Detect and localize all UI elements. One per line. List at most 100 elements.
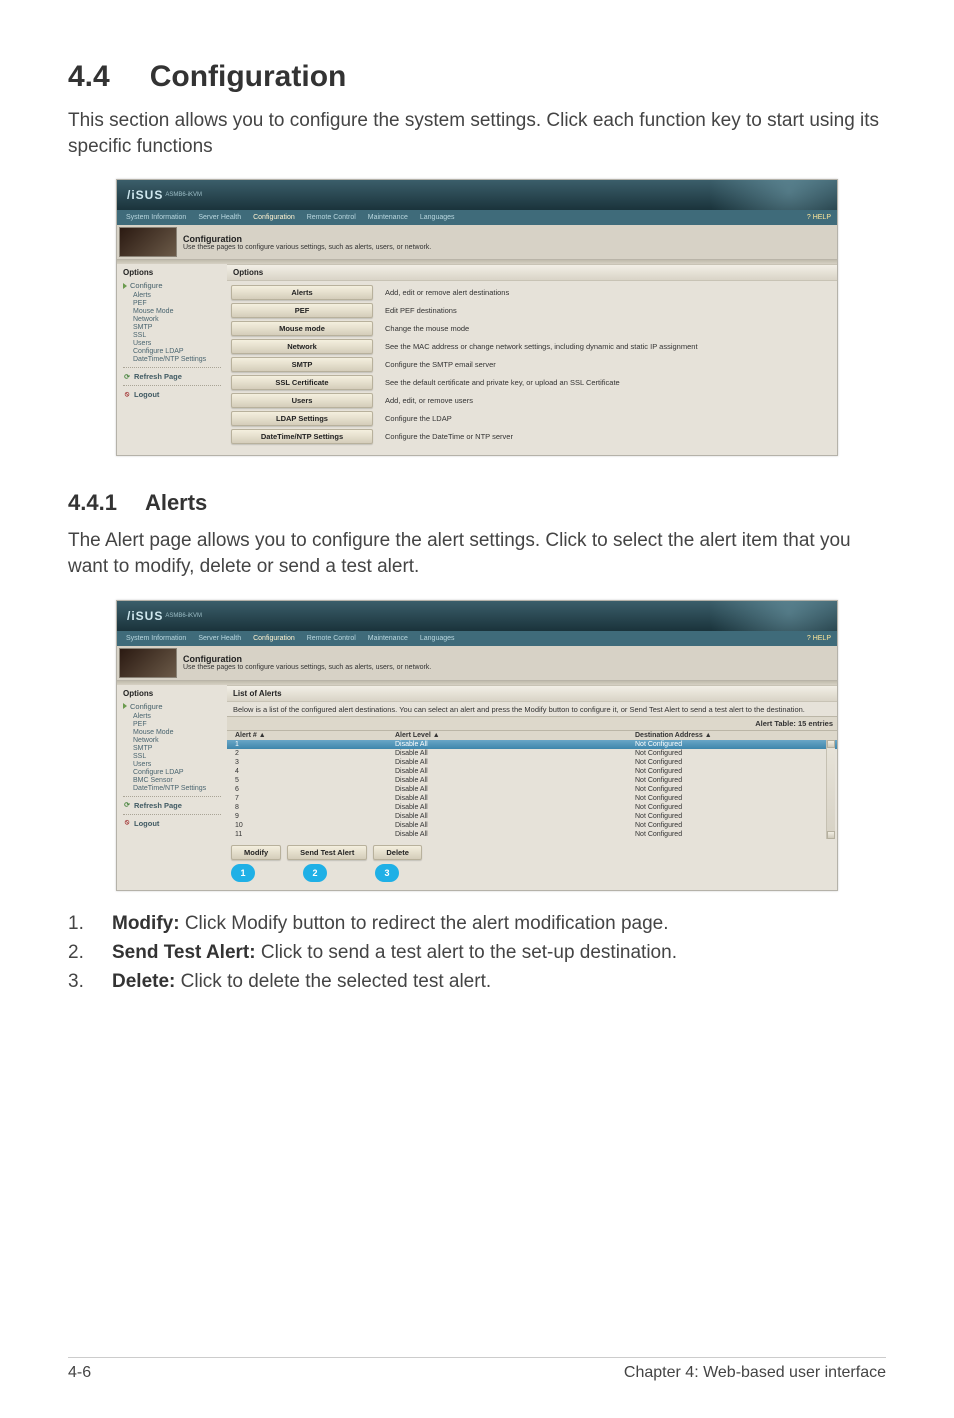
logout-link[interactable]: ⦸Logout bbox=[123, 390, 221, 399]
vertical-scrollbar[interactable] bbox=[826, 740, 835, 839]
app-banner: /iSUS ASMB6-iKVM bbox=[117, 601, 837, 631]
main-panel: Options AlertsAdd, edit or remove alert … bbox=[227, 264, 837, 455]
option-button-ssl[interactable]: SSL Certificate bbox=[231, 375, 373, 390]
refresh-label: Refresh Page bbox=[134, 372, 182, 381]
option-button-users[interactable]: Users bbox=[231, 393, 373, 408]
sidebar-item[interactable]: Users bbox=[133, 761, 221, 768]
table-row[interactable]: 3Disable AllNot Configured bbox=[227, 758, 837, 767]
option-button-ldap[interactable]: LDAP Settings bbox=[231, 411, 373, 426]
refresh-page-link[interactable]: ⟳Refresh Page bbox=[123, 372, 221, 381]
refresh-page-link[interactable]: ⟳Refresh Page bbox=[123, 801, 221, 810]
page-header: Configuration Use these pages to configu… bbox=[117, 225, 837, 260]
sidebar-item[interactable]: Network bbox=[133, 737, 221, 744]
nav-tab-lang[interactable]: Languages bbox=[417, 634, 458, 643]
sidebar-item[interactable]: SSL bbox=[133, 332, 221, 339]
logout-icon: ⦸ bbox=[123, 819, 131, 827]
logout-label: Logout bbox=[134, 819, 159, 828]
help-link[interactable]: ? HELP bbox=[807, 214, 831, 221]
table-row[interactable]: 4Disable AllNot Configured bbox=[227, 767, 837, 776]
sidebar-item[interactable]: DateTime/NTP Settings bbox=[133, 356, 221, 363]
banner-graphic bbox=[677, 180, 837, 210]
table-row[interactable]: 6Disable AllNot Configured bbox=[227, 785, 837, 794]
sidebar-item[interactable]: BMC Sensor bbox=[133, 777, 221, 784]
sidebar-item[interactable]: Configure LDAP bbox=[133, 769, 221, 776]
nav-tab-sysinfo[interactable]: System Information bbox=[123, 634, 189, 643]
logout-link[interactable]: ⦸Logout bbox=[123, 819, 221, 828]
sidebar-item[interactable]: Mouse Mode bbox=[133, 729, 221, 736]
option-button-smtp[interactable]: SMTP bbox=[231, 357, 373, 372]
main-panel: List of Alerts Below is a list of the co… bbox=[227, 685, 837, 890]
nav-tab-config[interactable]: Configuration bbox=[250, 213, 298, 222]
brand-logo: /iSUS bbox=[127, 609, 163, 623]
nav-tab-maint[interactable]: Maintenance bbox=[365, 634, 411, 643]
option-button-alerts[interactable]: Alerts bbox=[231, 285, 373, 300]
sidebar-title: Options bbox=[123, 689, 221, 698]
subsection-intro: The Alert page allows you to configure t… bbox=[68, 528, 886, 579]
refresh-icon: ⟳ bbox=[123, 373, 131, 381]
panel-title: List of Alerts bbox=[227, 685, 837, 702]
logout-icon: ⦸ bbox=[123, 391, 131, 399]
sidebar-item[interactable]: SSL bbox=[133, 753, 221, 760]
sidebar-item[interactable]: Configure LDAP bbox=[133, 348, 221, 355]
sidebar-item[interactable]: SMTP bbox=[133, 745, 221, 752]
nav-tab-remote[interactable]: Remote Control bbox=[304, 634, 359, 643]
sidebar-item[interactable]: PEF bbox=[133, 300, 221, 307]
sidebar-title: Options bbox=[123, 268, 221, 277]
sidebar-item[interactable]: Network bbox=[133, 316, 221, 323]
option-button-mouse[interactable]: Mouse mode bbox=[231, 321, 373, 336]
scroll-up-icon[interactable] bbox=[827, 740, 835, 748]
scroll-down-icon[interactable] bbox=[827, 831, 835, 839]
sidebar-item[interactable]: Alerts bbox=[133, 713, 221, 720]
modify-button[interactable]: Modify bbox=[231, 845, 281, 860]
nav-tab-sysinfo[interactable]: System Information bbox=[123, 213, 189, 222]
sidebar-item[interactable]: PEF bbox=[133, 721, 221, 728]
option-button-network[interactable]: Network bbox=[231, 339, 373, 354]
brand-sublabel: ASMB6-iKVM bbox=[165, 192, 202, 198]
header-title: Configuration bbox=[183, 654, 431, 664]
option-desc: Change the mouse mode bbox=[385, 324, 469, 333]
option-button-pef[interactable]: PEF bbox=[231, 303, 373, 318]
nav-tab-remote[interactable]: Remote Control bbox=[304, 213, 359, 222]
option-desc: Configure the SMTP email server bbox=[385, 360, 496, 369]
callout-3: 3 bbox=[375, 864, 399, 882]
table-row[interactable]: 7Disable AllNot Configured bbox=[227, 794, 837, 803]
subsection-heading: 4.4.1Alerts bbox=[68, 490, 886, 516]
section-title: Configuration bbox=[150, 60, 347, 93]
table-row[interactable]: 10Disable AllNot Configured bbox=[227, 821, 837, 830]
sidebar-item[interactable]: Users bbox=[133, 340, 221, 347]
callout-descriptions: 1.Modify: Click Modify button to redirec… bbox=[68, 909, 886, 997]
table-row[interactable]: 5Disable AllNot Configured bbox=[227, 776, 837, 785]
col-alert-num[interactable]: Alert # ▲ bbox=[231, 732, 395, 739]
table-row[interactable]: 2Disable AllNot Configured bbox=[227, 749, 837, 758]
table-row[interactable]: 1Disable AllNot Configured bbox=[227, 740, 837, 749]
sidebar-item[interactable]: Mouse Mode bbox=[133, 308, 221, 315]
sidebar-item[interactable]: Alerts bbox=[133, 292, 221, 299]
subsection-title: Alerts bbox=[145, 490, 207, 515]
nav-tab-config[interactable]: Configuration bbox=[250, 634, 298, 643]
sidebar: Options Configure Alerts PEF Mouse Mode … bbox=[117, 264, 227, 455]
option-button-ntp[interactable]: DateTime/NTP Settings bbox=[231, 429, 373, 444]
sidebar-group-configure[interactable]: Configure bbox=[123, 281, 221, 290]
header-image bbox=[119, 227, 177, 257]
option-desc: Add, edit, or remove users bbox=[385, 396, 473, 405]
sidebar-item[interactable]: DateTime/NTP Settings bbox=[133, 785, 221, 792]
help-link[interactable]: ? HELP bbox=[807, 635, 831, 642]
sidebar-item[interactable]: SMTP bbox=[133, 324, 221, 331]
nav-tab-health[interactable]: Server Health bbox=[195, 213, 244, 222]
send-test-alert-button[interactable]: Send Test Alert bbox=[287, 845, 367, 860]
nav-tab-lang[interactable]: Languages bbox=[417, 213, 458, 222]
option-desc: Edit PEF destinations bbox=[385, 306, 457, 315]
table-row[interactable]: 9Disable AllNot Configured bbox=[227, 812, 837, 821]
table-row[interactable]: 11Disable AllNot Configured bbox=[227, 830, 837, 839]
table-row[interactable]: 8Disable AllNot Configured bbox=[227, 803, 837, 812]
col-dest-addr[interactable]: Destination Address ▲ bbox=[635, 732, 833, 739]
nav-tab-health[interactable]: Server Health bbox=[195, 634, 244, 643]
sidebar-group-configure[interactable]: Configure bbox=[123, 702, 221, 711]
nav-tab-maint[interactable]: Maintenance bbox=[365, 213, 411, 222]
alert-table-header: Alert # ▲ Alert Level ▲ Destination Addr… bbox=[227, 731, 837, 740]
section-heading: 4.4Configuration bbox=[68, 60, 886, 94]
refresh-icon: ⟳ bbox=[123, 801, 131, 809]
col-alert-level[interactable]: Alert Level ▲ bbox=[395, 732, 635, 739]
option-desc: Configure the DateTime or NTP server bbox=[385, 432, 513, 441]
delete-button[interactable]: Delete bbox=[373, 845, 422, 860]
